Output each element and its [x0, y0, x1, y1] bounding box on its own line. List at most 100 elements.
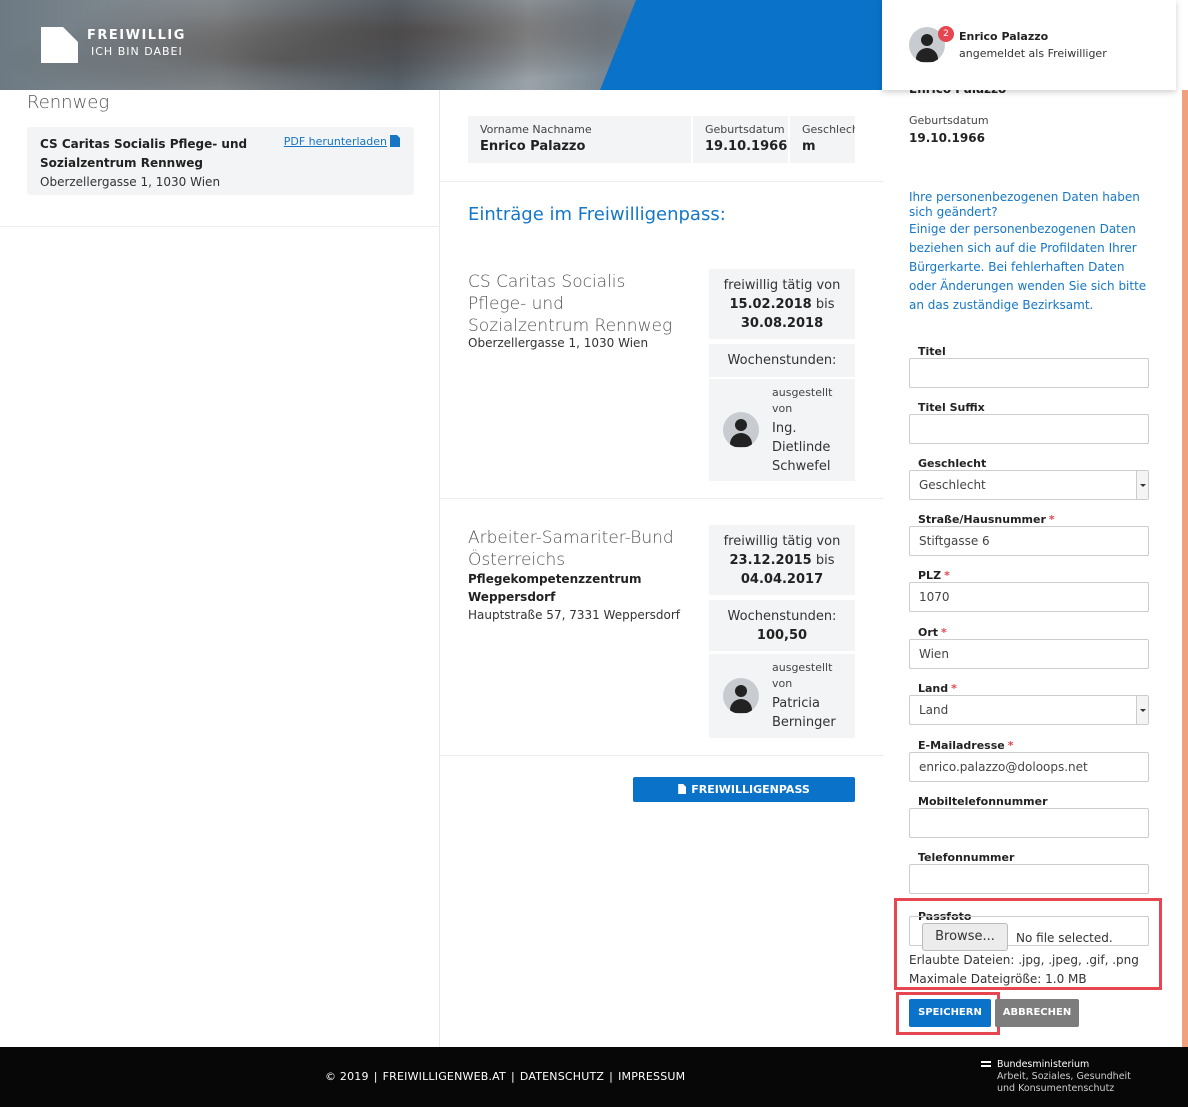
field-telefon: Telefonnummer — [909, 851, 1149, 894]
ministry-line-1: Bundesministerium — [997, 1059, 1090, 1070]
logo[interactable]: FREIWILLIG ICH BIN DABEI — [87, 28, 186, 58]
divider — [440, 498, 883, 499]
geschlecht-select[interactable]: Geschlecht — [909, 470, 1149, 500]
pdf-link-label: PDF herunterladen — [283, 135, 387, 148]
info-gender-label: Geschlecht — [802, 123, 855, 136]
profile-birth-value: 19.10.1966 — [909, 131, 985, 145]
period-from: 23.12.2015 — [729, 553, 812, 568]
hours-label: Wochenstunden: — [727, 609, 837, 624]
email-input[interactable]: enrico.palazzo@doloops.net — [909, 752, 1149, 782]
titel-suffix-input[interactable] — [909, 414, 1149, 444]
field-land: Land * Land — [909, 682, 1149, 725]
pdf-download-link[interactable]: PDF herunterladen — [284, 135, 400, 148]
no-file-text: No file selected. — [1016, 931, 1113, 945]
file-rules: Erlaubte Dateien: .jpg, .jpeg, .gif, .pn… — [909, 951, 1139, 989]
issued-label: ausgestellt von — [772, 386, 833, 415]
required-mark: * — [944, 569, 950, 582]
footer-link-imprint[interactable]: IMPRESSUM — [618, 1070, 685, 1083]
entry-hours: Wochenstunden: — [709, 344, 855, 377]
field-geschlecht: Geschlecht Geschlecht — [909, 457, 1149, 500]
info-birth: Geburtsdatum 19.10.1966 — [693, 116, 788, 163]
mobil-input[interactable] — [909, 808, 1149, 838]
hero-image: FREIWILLIG ICH BIN DABEI — [0, 0, 882, 90]
document-icon — [678, 784, 687, 794]
data-change-notice: Ihre personenbezogenen Daten haben sich … — [909, 190, 1151, 315]
info-birth-label: Geburtsdatum — [705, 123, 785, 136]
left-column: Rennweg CS Caritas Socialis Pflege- und … — [0, 90, 440, 1047]
field-label: Land * — [918, 682, 1149, 695]
person-info: Vorname Nachname Enrico Palazzo Geburtsd… — [468, 116, 855, 163]
field-label: Straße/Hausnummer * — [918, 513, 1149, 526]
entry-address: Hauptstraße 57, 7331 Weppersdorf — [468, 608, 681, 622]
chevron-down-icon — [1140, 709, 1146, 712]
field-plz: PLZ * 1070 — [909, 569, 1149, 612]
period-to: 30.08.2018 — [740, 316, 824, 331]
field-mobil: Mobiltelefonnummer — [909, 795, 1149, 838]
field-label-text: PLZ — [918, 569, 942, 582]
field-label: PLZ * — [918, 569, 1149, 582]
field-label-text: Land — [918, 682, 949, 695]
entry-issuer: ausgestellt von Patricia Berninger — [709, 654, 855, 738]
period-from: 15.02.2018 — [729, 297, 812, 312]
browse-button[interactable]: Browse... — [922, 923, 1008, 951]
ort-input[interactable]: Wien — [909, 639, 1149, 669]
info-name-label: Vorname Nachname — [480, 123, 592, 136]
notice-question: Ihre personenbezogenen Daten haben sich … — [909, 190, 1140, 219]
scrollbar-accent — [1182, 90, 1188, 1047]
save-button[interactable]: SPEICHERN — [909, 999, 991, 1027]
field-label: Ort * — [918, 626, 1149, 639]
footer-link-privacy[interactable]: DATENSCHUTZ — [520, 1070, 604, 1083]
ministry-line-3: und Konsumentenschutz — [997, 1083, 1115, 1094]
titel-input[interactable] — [909, 358, 1149, 388]
field-label: Titel Suffix — [918, 401, 985, 414]
required-mark: * — [951, 682, 957, 695]
plz-input[interactable]: 1070 — [909, 582, 1149, 612]
land-select[interactable]: Land — [909, 695, 1149, 725]
copyright: © 2019 — [325, 1070, 369, 1083]
notification-badge[interactable]: 2 — [938, 26, 954, 42]
field-label: Mobiltelefonnummer — [918, 795, 1048, 808]
field-titel: Titel — [909, 345, 1149, 388]
info-gender-value: m — [802, 139, 816, 154]
land-value: Land — [919, 703, 949, 717]
geschlecht-value: Geschlecht — [919, 478, 986, 492]
allowed-files: Erlaubte Dateien: .jpg, .jpeg, .gif, .pn… — [909, 953, 1139, 967]
field-titel-suffix: Titel Suffix — [909, 401, 1149, 444]
entry-period: freiwillig tätig von 23.12.2015 bis 04.0… — [709, 525, 855, 595]
download-pass-button[interactable]: FREIWILLIGENPASS HERUNTERLADEN — [633, 777, 855, 821]
profile-birth: Geburtsdatum 19.10.1966 — [909, 114, 989, 145]
org-address: Oberzellergasse 1, 1030 Wien — [40, 175, 221, 189]
field-email: E-Mailadresse * enrico.palazzo@doloops.ne… — [909, 739, 1149, 782]
max-file-size: Maximale Dateigröße: 1.0 MB — [909, 972, 1087, 986]
separator: | — [373, 1070, 378, 1083]
info-name-value: Enrico Palazzo — [480, 139, 586, 154]
telefon-input[interactable] — [909, 864, 1149, 894]
issuer-avatar-icon — [723, 412, 759, 448]
download-pass-label: FREIWILLIGENPASS HERUNTERLADEN — [689, 783, 810, 821]
field-label-text: E-Mailadresse — [918, 739, 1005, 752]
info-birth-value: 19.10.1966 — [705, 139, 788, 154]
profile-birth-label: Geburtsdatum — [909, 114, 989, 127]
org-name: CS Caritas Socialis Pflege- und Sozialze… — [40, 137, 248, 170]
issuer-name: Ing. Dietlinde Schwefel — [772, 421, 831, 474]
entry-address: Oberzellergasse 1, 1030 Wien — [468, 336, 649, 350]
cancel-button[interactable]: ABBRECHEN — [995, 999, 1079, 1027]
pdf-icon — [390, 135, 400, 147]
user-panel[interactable]: 2 Enrico Palazzo angemeldet als Freiwill… — [882, 0, 1176, 90]
logo-title: FREIWILLIG — [87, 28, 186, 43]
entry-hours: Wochenstunden: 100,50 — [709, 600, 855, 651]
separator: | — [609, 1070, 614, 1083]
ministry-logo[interactable]: Bundesministerium Arbeit, Soziales, Gesu… — [981, 1059, 1131, 1095]
strasse-input[interactable]: Stiftgasse 6 — [909, 526, 1149, 556]
required-mark: * — [941, 626, 947, 639]
hours-label: Wochenstunden: — [727, 353, 837, 368]
field-label: E-Mailadresse * — [918, 739, 1149, 752]
info-gender: Geschlecht m — [790, 116, 855, 163]
header: FREIWILLIG ICH BIN DABEI 2 Enrico Palazz… — [0, 0, 1188, 90]
required-mark: * — [1007, 739, 1014, 752]
entries-title: Einträge im Freiwilligenpass: — [468, 204, 726, 225]
field-ort: Ort * Wien — [909, 626, 1149, 669]
ministry-line-2: Arbeit, Soziales, Gesundheit — [997, 1071, 1131, 1082]
footer-link-site[interactable]: FREIWILLIGENWEB.AT — [383, 1070, 506, 1083]
entry-org-title: Arbeiter-Samariter-Bund Österreichs — [468, 528, 674, 570]
